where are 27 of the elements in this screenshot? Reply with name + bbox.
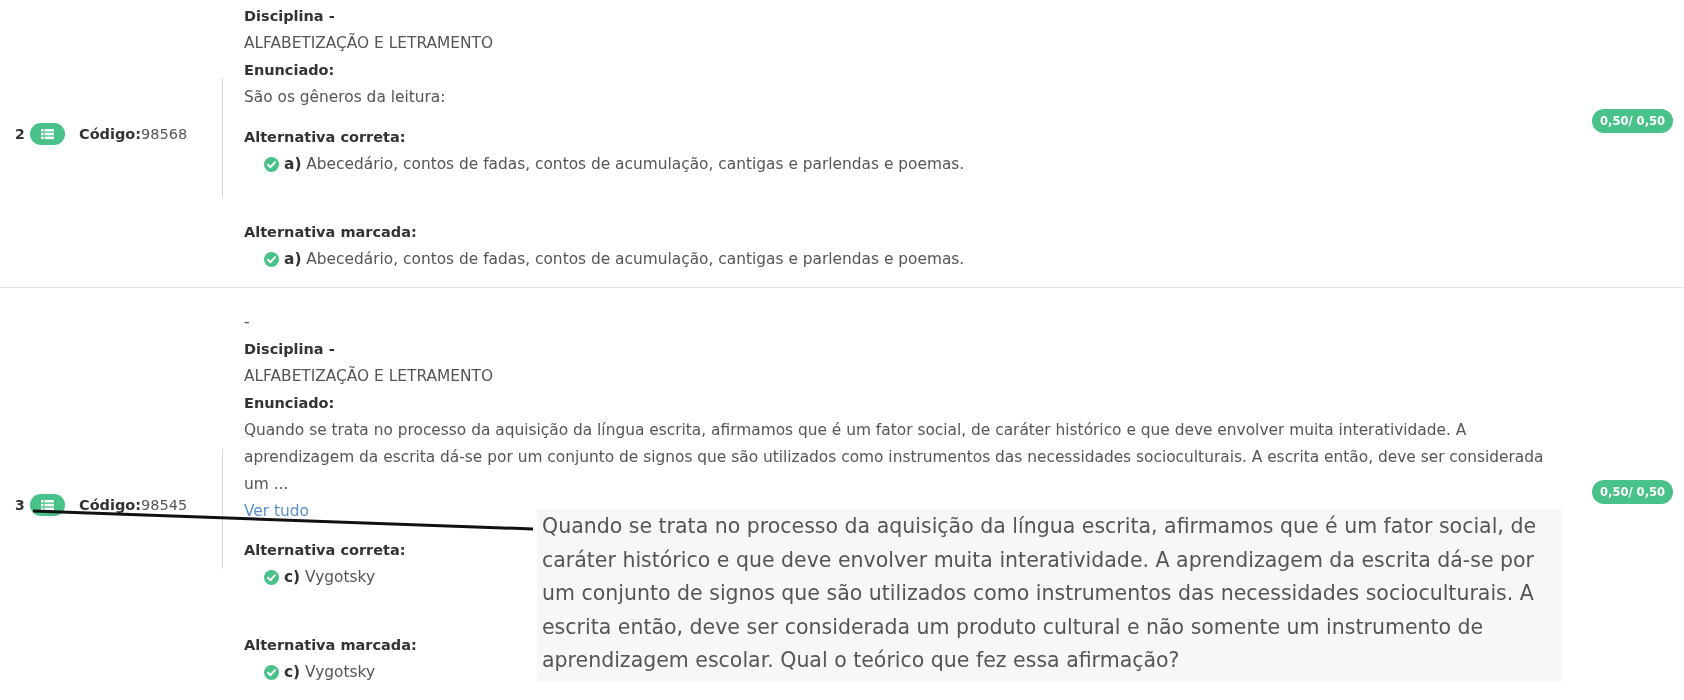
discipline-name: ALFABETIZAÇÃO E LETRAMENTO bbox=[244, 365, 494, 387]
question-code: Código:98545 bbox=[79, 496, 188, 513]
answer-text: a) Abecedário, contos de fadas, contos de acumulação, cantigas e parlendas e poemas. bbox=[284, 154, 965, 175]
answer-text: c) Vygotsky bbox=[284, 662, 375, 683]
statement-label: Enunciado: bbox=[244, 61, 335, 80]
preface-text: - bbox=[244, 312, 250, 333]
statement-label: Enunciado: bbox=[244, 394, 335, 413]
discipline-name: ALFABETIZAÇÃO E LETRAMENTO bbox=[244, 32, 494, 54]
score-badge: 0,50/ 0,50 bbox=[1592, 109, 1673, 133]
see-all-link[interactable]: Ver tudo bbox=[244, 498, 309, 524]
question-number: 2 bbox=[15, 126, 26, 142]
answer-text: c) Vygotsky bbox=[284, 567, 375, 588]
question-code: Código:98568 bbox=[79, 126, 188, 142]
answer-label: Alternativa correta: bbox=[244, 128, 406, 147]
list-icon bbox=[30, 123, 65, 145]
answer-label: Alternativa marcada: bbox=[244, 223, 417, 242]
statement-text: Quando se trata no processo da aquisição da língua escrita, afirmamos que é um fator social, de caráter histórico e que deve envolver muita interatividade. A aprendizagem da escrita dá-se por um conjunto de signos que são utilizados como instrumentos das necessidades socioculturais. A escrita então, deve ser considerada um ... bbox=[244, 420, 1544, 495]
score-badge: 0,50/ 0,50 bbox=[1592, 479, 1673, 504]
tooltip: Quando se trata no processo da aquisição da língua escrita, afirmamos que é um fator social, de caráter histórico e que deve envolver muita interatividade. A aprendizagem da escrita dá-se por um conjunto de signos que são utilizados como instrumentos das necessidades socioculturais. A escrita então, deve ser considerada um produto cultural e não somente um instrumento de aprendizagem escolar. Qual o teórico que fez essa afirmação? bbox=[537, 509, 1562, 682]
discipline-label: Disciplina - bbox=[244, 7, 335, 26]
statement-text: São os gêneros da leitura: bbox=[244, 87, 447, 108]
answer-text: a) Abecedário, contos de fadas, contos de acumulação, cantigas e parlendas e poemas. bbox=[284, 249, 965, 270]
answer-label: Alternativa marcada: bbox=[244, 636, 417, 655]
answer-label: Alternativa correta: bbox=[244, 541, 406, 560]
question-number: 3 bbox=[15, 496, 26, 513]
list-icon bbox=[30, 493, 65, 516]
discipline-label: Disciplina - bbox=[244, 340, 335, 359]
